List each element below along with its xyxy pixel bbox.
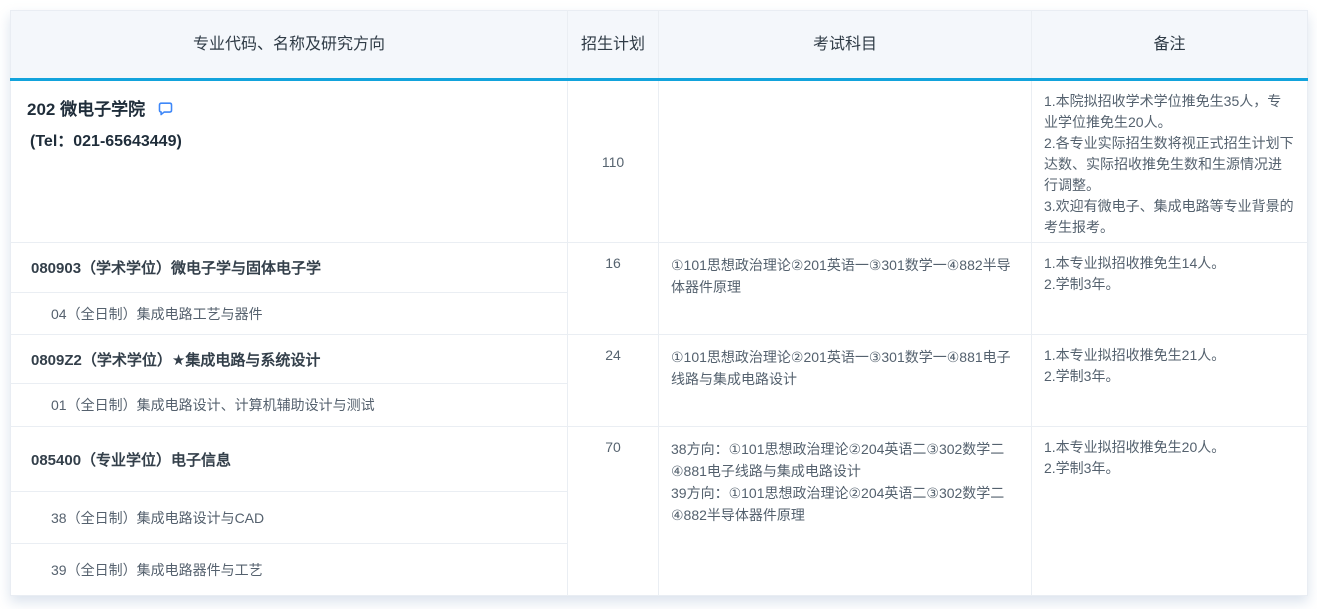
col-header-plan: 招生计划 xyxy=(568,11,659,80)
department-cell: 202 微电子学院 (Tel：021-65643449) xyxy=(11,80,568,243)
department-row: 202 微电子学院 (Tel：021-65643449) 110 1.本院拟招收… xyxy=(11,80,1308,243)
research-direction: 01（全日制）集成电路设计、计算机辅助设计与测试 xyxy=(11,384,568,427)
major-title: 080903（学术学位）微电子学与固体电子学 xyxy=(11,243,568,293)
major-row: 080903（学术学位）微电子学与固体电子学 16 ①101思想政治理论②201… xyxy=(11,243,1308,293)
admissions-table: 专业代码、名称及研究方向 招生计划 考试科目 备注 202 微电子学院 xyxy=(10,10,1308,596)
page: 专业代码、名称及研究方向 招生计划 考试科目 备注 202 微电子学院 xyxy=(0,0,1317,609)
major-row: 085400（专业学位）电子信息 70 38方向：①101思想政治理论②204英… xyxy=(11,427,1308,492)
col-header-remark: 备注 xyxy=(1032,11,1308,80)
remarks: 1.本院拟招收学术学位推免生35人，专业学位推免生20人。 2.各专业实际招生数… xyxy=(1032,80,1308,243)
department-tel: (Tel：021-65643449) xyxy=(27,127,551,151)
remarks: 1.本专业拟招收推免生20人。 2.学制3年。 xyxy=(1032,427,1308,596)
col-header-exam: 考试科目 xyxy=(659,11,1032,80)
remarks: 1.本专业拟招收推免生21人。 2.学制3年。 xyxy=(1032,335,1308,427)
department-title: 202 微电子学院 xyxy=(27,95,145,120)
research-direction: 04（全日制）集成电路工艺与器件 xyxy=(11,293,568,335)
remarks: 1.本专业拟招收推免生14人。 2.学制3年。 xyxy=(1032,243,1308,335)
enrollment-plan-value: 110 xyxy=(568,80,659,243)
exam-subjects: ①101思想政治理论②201英语一③301数学一④882半导体器件原理 xyxy=(659,243,1032,335)
comment-icon[interactable] xyxy=(157,100,174,117)
major-title: 0809Z2（学术学位）★集成电路与系统设计 xyxy=(11,335,568,384)
exam-subjects xyxy=(659,80,1032,243)
research-direction: 38（全日制）集成电路设计与CAD xyxy=(11,492,568,544)
major-row: 0809Z2（学术学位）★集成电路与系统设计 24 ①101思想政治理论②201… xyxy=(11,335,1308,384)
table-header-row: 专业代码、名称及研究方向 招生计划 考试科目 备注 xyxy=(11,11,1308,80)
enrollment-plan-value: 16 xyxy=(568,243,659,335)
col-header-major: 专业代码、名称及研究方向 xyxy=(11,11,568,80)
enrollment-plan-value: 70 xyxy=(568,427,659,596)
major-title: 085400（专业学位）电子信息 xyxy=(11,427,568,492)
exam-subjects: ①101思想政治理论②201英语一③301数学一④881电子线路与集成电路设计 xyxy=(659,335,1032,427)
research-direction: 39（全日制）集成电路器件与工艺 xyxy=(11,544,568,596)
enrollment-plan-value: 24 xyxy=(568,335,659,427)
exam-subjects: 38方向：①101思想政治理论②204英语二③302数学二④881电子线路与集成… xyxy=(659,427,1032,596)
